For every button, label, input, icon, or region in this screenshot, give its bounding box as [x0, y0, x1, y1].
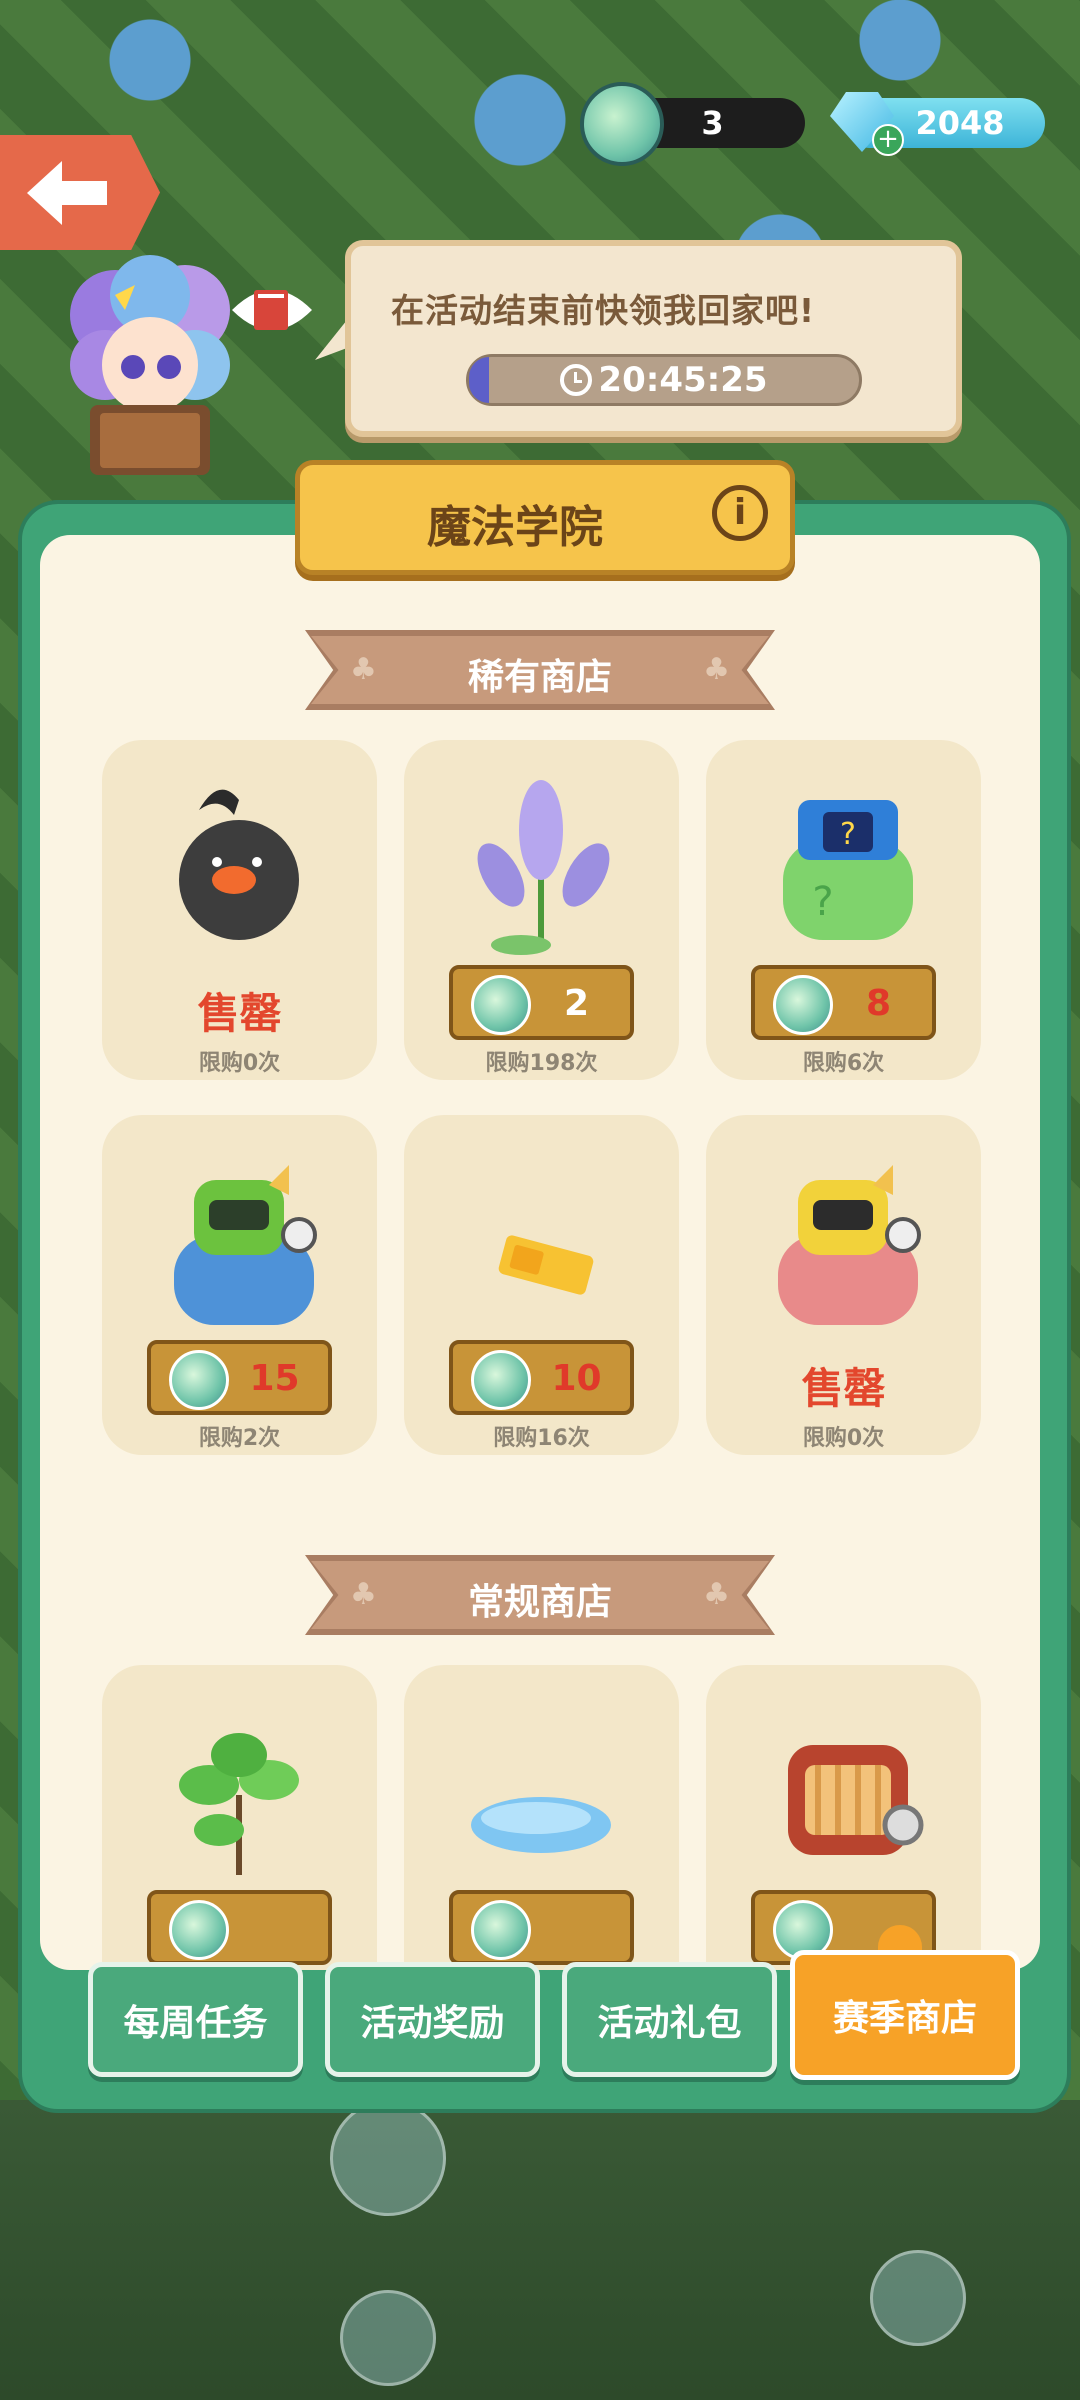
tab-label: 活动礼包: [597, 2002, 742, 2044]
price-value: 8: [865, 983, 892, 1024]
rare-shop-title: 稀有商店: [467, 657, 612, 698]
bubble-decoration: [870, 2250, 966, 2346]
purchase-limit: 限购16次: [493, 1426, 590, 1451]
shop-item-card[interactable]: [706, 1665, 981, 1970]
back-button[interactable]: [0, 135, 160, 250]
tab-event-gifts[interactable]: 活动礼包: [562, 1962, 777, 2077]
info-icon[interactable]: i: [712, 485, 768, 541]
price-button[interactable]: 15: [147, 1340, 332, 1415]
shop-item-card[interactable]: ? ? 8 限购6次: [706, 740, 981, 1080]
price-button[interactable]: [147, 1890, 332, 1965]
add-gem-icon[interactable]: +: [872, 124, 904, 156]
shop-item-card[interactable]: [102, 1665, 377, 1970]
golden-ticket-item-icon: [498, 1235, 594, 1295]
purchase-limit: 限购6次: [802, 1051, 885, 1076]
leaf-token-icon: [471, 1350, 531, 1410]
leaf-token-icon: [471, 1900, 531, 1960]
price-value: 2: [563, 983, 590, 1024]
water-puddle-item-icon: [471, 1797, 611, 1853]
librarian-character-avatar[interactable]: [45, 255, 260, 495]
speech-bubble: 在活动结束前快领我回家吧! 20:45:25: [345, 240, 962, 437]
shop-item-card[interactable]: [404, 1665, 679, 1970]
bubble-decoration: [340, 2290, 436, 2386]
leaf-token-icon: [773, 975, 833, 1035]
price-value: 15: [249, 1358, 300, 1399]
bubble-decoration: [330, 2100, 446, 2216]
leaf-count: 3: [701, 104, 724, 142]
svg-text:?: ?: [840, 817, 856, 852]
leaf-token-icon: [169, 1350, 229, 1410]
shop-panel-content: ♣ ♣ 稀有商店 售罄 限购0次 2 限购198次 ? ? 8 限购6次 15 …: [40, 535, 1040, 1970]
event-timer: 20:45:25: [466, 354, 862, 406]
academy-title-banner: 魔法学院 i: [295, 460, 795, 575]
lilac-flower-item-icon: [477, 780, 610, 955]
price-value: 10: [551, 1358, 602, 1399]
shop-item-card[interactable]: 10 限购16次: [404, 1115, 679, 1455]
shop-item-card[interactable]: 15 限购2次: [102, 1115, 377, 1455]
leaf-token-icon: [580, 82, 664, 166]
svg-text:?: ?: [812, 879, 833, 925]
tab-label: 活动奖励: [360, 2002, 505, 2044]
tab-label: 赛季商店: [832, 1998, 977, 2039]
purchase-limit: 限购0次: [198, 1051, 281, 1076]
speech-text: 在活动结束前快领我回家吧!: [391, 291, 816, 330]
purchase-limit: 限购0次: [802, 1426, 885, 1451]
price-button[interactable]: 10: [449, 1340, 634, 1415]
shop-item-card[interactable]: 2 限购198次: [404, 740, 679, 1080]
timer-progress-fill: [469, 357, 489, 403]
tab-event-rewards[interactable]: 活动奖励: [325, 1962, 540, 2077]
panel-title: 魔法学院: [427, 502, 603, 553]
price-button[interactable]: 8: [751, 965, 936, 1040]
regular-shop-ribbon: ♣ ♣ 常规商店: [305, 1555, 775, 1635]
timer-text: 20:45:25: [598, 360, 768, 400]
book-icon: [232, 290, 312, 330]
clock-icon: [560, 364, 593, 396]
rare-shop-ribbon: ♣ ♣ 稀有商店: [305, 630, 775, 710]
regular-shop-title: 常规商店: [467, 1582, 612, 1623]
price-button[interactable]: 2: [449, 965, 634, 1040]
soldout-label: 售罄: [197, 989, 282, 1038]
purchase-limit: 限购2次: [198, 1426, 281, 1451]
mystery-bag-item-icon: ? ?: [783, 800, 913, 940]
tab-weekly-tasks[interactable]: 每周任务: [88, 1962, 303, 2077]
tab-label: 每周任务: [123, 2002, 268, 2044]
black-bird-item-icon: [179, 789, 299, 940]
radio-item-icon: [788, 1745, 924, 1855]
back-arrow-icon: [27, 161, 107, 225]
shop-item-card[interactable]: 售罄 限购0次: [706, 1115, 981, 1455]
gem-count: 2048: [915, 104, 1005, 142]
blue-robot-bag-item-icon: [174, 1165, 317, 1325]
leaf-token-icon: [169, 1900, 229, 1960]
price-button[interactable]: [449, 1890, 634, 1965]
pink-robot-bag-item-icon: [778, 1165, 921, 1325]
leaf-token-icon: [471, 975, 531, 1035]
green-plant-item-icon: [179, 1733, 299, 1875]
tab-season-shop[interactable]: 赛季商店: [790, 1950, 1020, 2080]
purchase-limit: 限购198次: [485, 1051, 598, 1076]
soldout-label: 售罄: [801, 1364, 886, 1413]
shop-item-card[interactable]: 售罄 限购0次: [102, 740, 377, 1080]
